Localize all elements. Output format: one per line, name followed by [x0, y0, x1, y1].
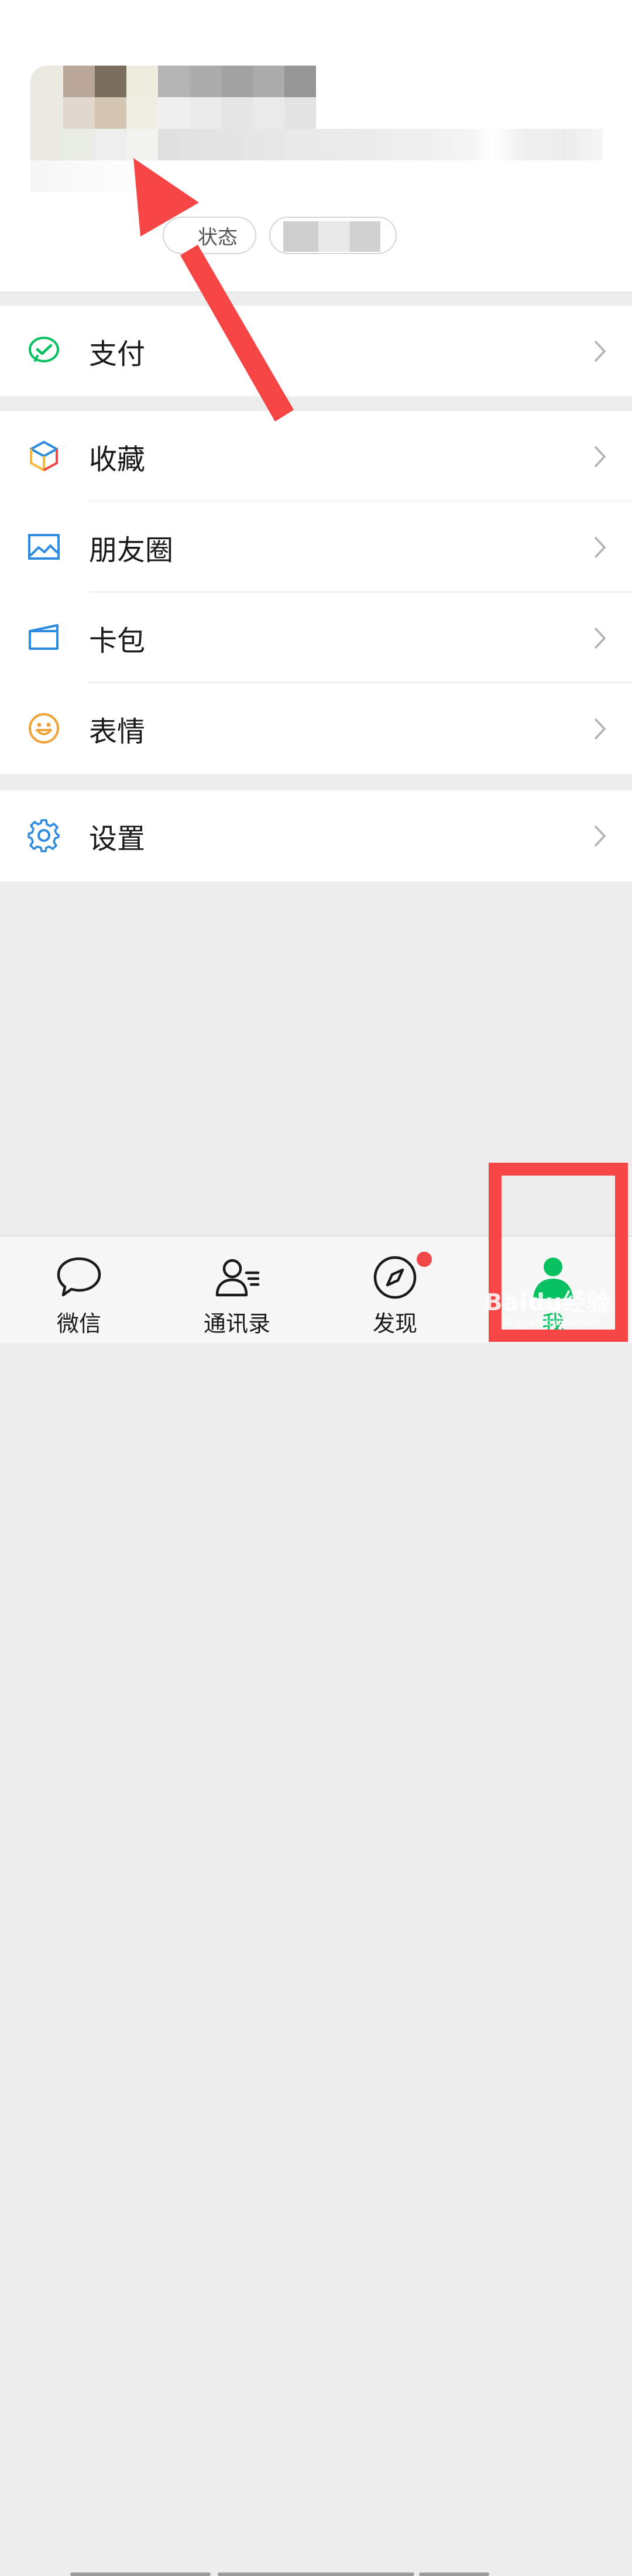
menu-item-label: 支付 [89, 337, 146, 371]
tab-contacts[interactable]: 通讯录 [158, 1236, 316, 1343]
wechat-pay-icon [29, 337, 59, 362]
chevron-right-icon [594, 718, 606, 739]
gear-icon [28, 819, 60, 852]
chevron-right-icon [594, 627, 606, 649]
smiley-icon [29, 713, 59, 744]
menu-item-favorites[interactable]: 收藏 [0, 411, 632, 502]
home-indicator [70, 2572, 211, 2576]
watermark-brand: Baidu经验 [485, 1289, 611, 1316]
blurred-profile-info [30, 66, 604, 192]
status-chip-label: 状态 [198, 225, 238, 249]
compass-icon [373, 1256, 417, 1299]
tab-chats[interactable]: 微信 [0, 1236, 158, 1343]
menu-item-label: 表情 [89, 715, 146, 748]
services-group: 收藏 朋友圈 卡包 表情 [0, 411, 632, 774]
picture-icon [28, 534, 60, 560]
chat-bubble-icon [57, 1257, 101, 1297]
chevron-right-icon [594, 536, 606, 558]
menu-item-settings[interactable]: 设置 [0, 790, 632, 881]
menu-item-label: 设置 [89, 822, 146, 855]
tab-label: 微信 [56, 1311, 101, 1337]
notification-badge [417, 1252, 432, 1267]
chevron-right-icon [594, 446, 606, 467]
menu-item-label: 卡包 [89, 624, 146, 657]
home-indicator [419, 2572, 489, 2576]
tab-discover[interactable]: 发现 [316, 1236, 474, 1343]
profile-header[interactable]: 状态 [0, 0, 632, 293]
tab-label: 发现 [372, 1311, 417, 1337]
chevron-right-icon [594, 825, 606, 847]
chevron-right-icon [594, 340, 606, 362]
tab-label: 通讯录 [203, 1311, 270, 1337]
menu-item-stickers[interactable]: 表情 [0, 683, 632, 774]
cube-icon [30, 441, 58, 471]
menu-item-pay[interactable]: 支付 [0, 306, 632, 396]
settings-group: 设置 [0, 790, 632, 881]
blurred-chip[interactable] [269, 217, 397, 254]
menu-item-label: 收藏 [89, 443, 146, 476]
status-chip[interactable]: 状态 [163, 217, 256, 254]
menu-item-cards[interactable]: 卡包 [0, 592, 632, 683]
contacts-icon [215, 1259, 260, 1297]
menu-item-label: 朋友圈 [89, 533, 174, 567]
watermark-url: jingyan.baidu.com [503, 1316, 601, 1328]
pay-group: 支付 [0, 306, 632, 396]
card-wallet-icon [29, 624, 59, 650]
menu-item-moments[interactable]: 朋友圈 [0, 502, 632, 592]
home-indicator [218, 2572, 414, 2576]
